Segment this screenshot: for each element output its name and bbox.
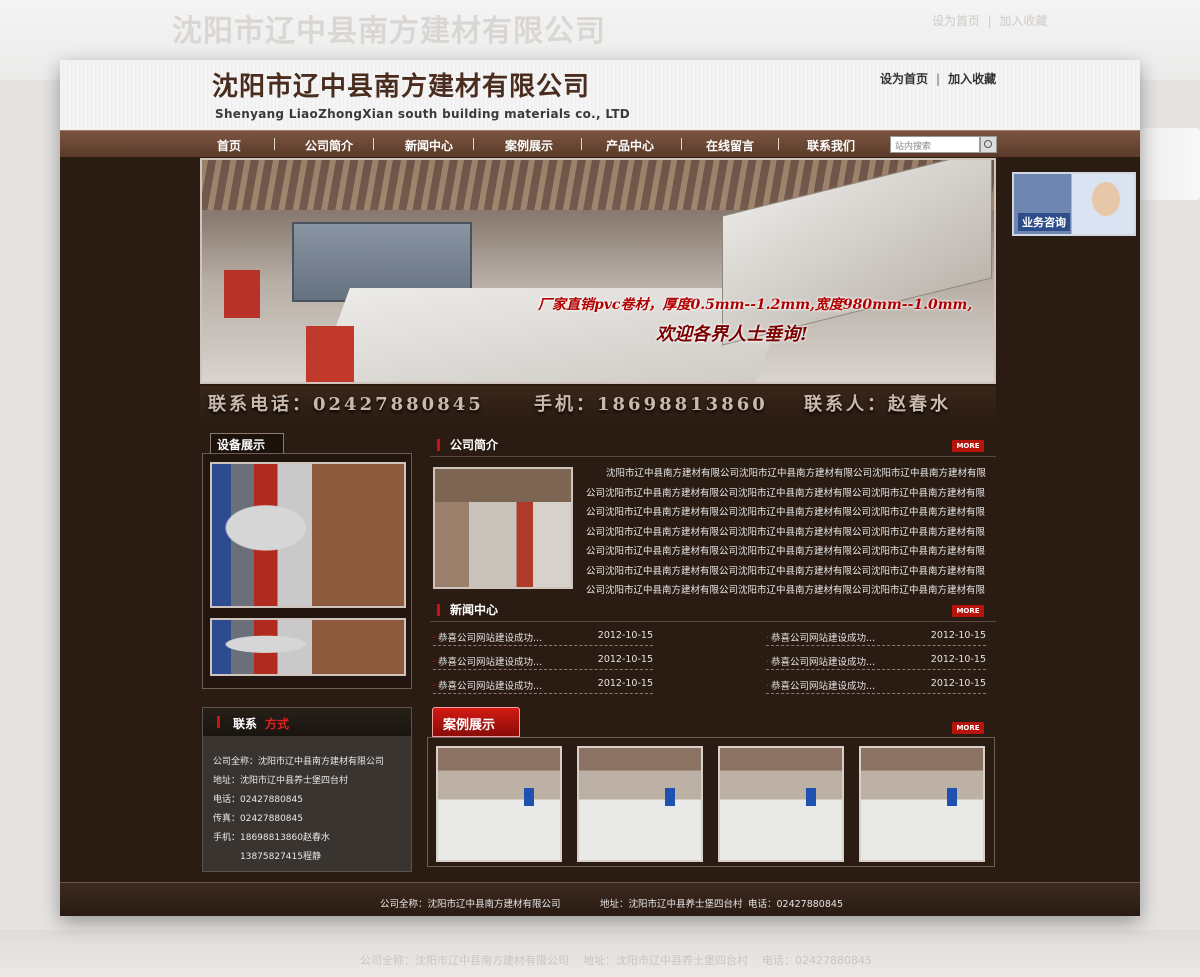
add-favorite-link[interactable]: 加入收藏 xyxy=(948,72,996,86)
equipment-image[interactable] xyxy=(210,618,406,676)
news-title-link[interactable]: 恭喜公司网站建设成功... xyxy=(438,681,542,692)
case-thumbnail[interactable] xyxy=(436,746,562,862)
section-marker xyxy=(217,716,220,728)
nav-item-cases[interactable]: 案例展示 xyxy=(505,137,553,154)
ghost-top-links: 设为首页 | 加入收藏 xyxy=(932,14,1048,28)
nav-divider xyxy=(373,138,374,150)
news-date: 2012-10-15 xyxy=(597,654,653,665)
case-thumbnail[interactable] xyxy=(718,746,844,862)
site-footer: 公司全称：沈阳市辽中县南方建材有限公司 地址：沈阳市辽中县养士堡四台村 电话：0… xyxy=(60,882,1140,916)
news-more-button[interactable]: MORE xyxy=(952,605,984,617)
cases-title: 案例展示 xyxy=(432,707,520,737)
equipment-showcase xyxy=(202,453,412,689)
contact-line: 手机：18698813860赵春水 xyxy=(213,833,330,843)
banner-machine-part xyxy=(224,270,260,318)
footer-phone: 电话：02427880845 xyxy=(748,899,843,910)
search-icon[interactable] xyxy=(980,136,997,153)
nav-divider xyxy=(778,138,779,150)
ghost-company-name: 沈阳市辽中县南方建材有限公司 xyxy=(172,14,606,49)
company-logo-title: 沈阳市辽中县南方建材有限公司 xyxy=(212,72,591,102)
site-header: 沈阳市辽中县南方建材有限公司 Shenyang LiaoZhongXian so… xyxy=(60,60,1140,130)
news-item[interactable]: · 恭喜公司网站建设成功... 2012-10-15 xyxy=(433,650,653,670)
page-container: 沈阳市辽中县南方建材有限公司 Shenyang LiaoZhongXian so… xyxy=(60,60,1140,916)
news-title-link[interactable]: 恭喜公司网站建设成功... xyxy=(438,657,542,668)
contact-panel-title: 联系 xyxy=(233,717,258,731)
equipment-title: 设备展示 xyxy=(210,433,284,453)
case-thumbnail[interactable] xyxy=(859,746,985,862)
online-service-button[interactable]: 业务咨询 xyxy=(1012,172,1136,236)
contact-line: 地址：沈阳市辽中县养士堡四台村 xyxy=(213,776,349,786)
contact-panel: 联系 方式 公司全称：沈阳市辽中县南方建材有限公司 地址：沈阳市辽中县养士堡四台… xyxy=(202,707,412,872)
banner-slogan-line1: 厂家直销pvc卷材，厚度0.5mm--1.2mm,宽度980mm--1.0mm, xyxy=(538,297,973,313)
nav-divider xyxy=(473,138,474,150)
nav-divider xyxy=(274,138,275,150)
contact-panel-title-accent: 方式 xyxy=(265,717,290,731)
footer-address: 地址：沈阳市辽中县养士堡四台村 xyxy=(600,899,743,910)
news-item[interactable]: · 恭喜公司网站建设成功... 2012-10-15 xyxy=(766,650,986,670)
about-more-button[interactable]: MORE xyxy=(952,440,984,452)
news-title-link[interactable]: 恭喜公司网站建设成功... xyxy=(771,633,875,644)
section-divider xyxy=(430,456,996,457)
banner-slogan-line2: 欢迎各界人士垂询! xyxy=(656,324,808,345)
nav-item-products[interactable]: 产品中心 xyxy=(606,137,654,154)
news-item[interactable]: · 恭喜公司网站建设成功... 2012-10-15 xyxy=(433,674,653,694)
contact-panel-header: 联系 方式 xyxy=(203,708,411,736)
equipment-image[interactable] xyxy=(210,462,406,608)
news-title-link[interactable]: 恭喜公司网站建设成功... xyxy=(771,681,875,692)
main-nav: 首页 公司简介 新闻中心 案例展示 产品中心 在线留言 联系我们 站内搜索 xyxy=(60,130,1140,157)
news-date: 2012-10-15 xyxy=(930,654,986,665)
service-avatar xyxy=(1092,182,1120,216)
background-reflection-bottom: 公司全称：沈阳市辽中县南方建材有限公司 地址：沈阳市辽中县养士堡四台村 电话：0… xyxy=(0,930,1200,977)
company-english-name: Shenyang LiaoZhongXian south building ma… xyxy=(215,107,631,121)
contact-phone: 联系电话：02427880845 xyxy=(208,394,484,415)
nav-item-home[interactable]: 首页 xyxy=(217,137,241,154)
news-item[interactable]: · 恭喜公司网站建设成功... 2012-10-15 xyxy=(766,626,986,646)
case-thumbnail[interactable] xyxy=(577,746,703,862)
ghost-footer: 公司全称：沈阳市辽中县南方建材有限公司 地址：沈阳市辽中县养士堡四台村 电话：0… xyxy=(360,954,872,967)
contact-line: 电话：02427880845 xyxy=(213,795,303,805)
news-date: 2012-10-15 xyxy=(930,678,986,689)
banner-machine-part xyxy=(306,326,354,382)
top-links: 设为首页 | 加入收藏 xyxy=(880,70,996,87)
contact-line: 公司全称：沈阳市辽中县南方建材有限公司 xyxy=(213,757,385,767)
news-title-link[interactable]: 恭喜公司网站建设成功... xyxy=(771,657,875,668)
news-item[interactable]: · 恭喜公司网站建设成功... 2012-10-15 xyxy=(766,674,986,694)
news-date: 2012-10-15 xyxy=(597,678,653,689)
section-marker xyxy=(437,439,440,451)
background-ghost-service xyxy=(1140,128,1200,200)
nav-divider xyxy=(681,138,682,150)
set-home-link[interactable]: 设为首页 xyxy=(880,72,928,86)
service-label: 业务咨询 xyxy=(1018,213,1070,231)
search-input[interactable]: 站内搜索 xyxy=(890,136,980,153)
cases-more-button[interactable]: MORE xyxy=(952,722,984,734)
contact-person: 联系人：赵春水 xyxy=(804,394,951,415)
contact-bar: 联系电话：02427880845 手机：18698813860 联系人：赵春水 xyxy=(200,386,996,422)
top-links-separator: | xyxy=(936,72,941,86)
about-text: 沈阳市辽中县南方建材有限公司沈阳市辽中县南方建材有限公司沈阳市辽中县南方建材有限… xyxy=(586,468,987,596)
about-title: 公司简介 xyxy=(450,438,499,452)
nav-item-messages[interactable]: 在线留言 xyxy=(706,137,754,154)
hero-banner: 厂家直销pvc卷材，厚度0.5mm--1.2mm,宽度980mm--1.0mm,… xyxy=(200,158,996,384)
nav-item-news[interactable]: 新闻中心 xyxy=(405,137,453,154)
footer-company: 公司全称：沈阳市辽中县南方建材有限公司 xyxy=(380,899,561,910)
section-divider xyxy=(430,621,996,622)
news-date: 2012-10-15 xyxy=(597,630,653,641)
news-title-link[interactable]: 恭喜公司网站建设成功... xyxy=(438,633,542,644)
about-image[interactable] xyxy=(433,467,573,589)
nav-divider xyxy=(581,138,582,150)
news-title: 新闻中心 xyxy=(450,603,499,617)
nav-item-contact[interactable]: 联系我们 xyxy=(807,137,855,154)
news-date: 2012-10-15 xyxy=(930,630,986,641)
contact-line: 13875827415程静 xyxy=(213,852,321,862)
nav-item-about[interactable]: 公司简介 xyxy=(305,137,353,154)
news-item[interactable]: · 恭喜公司网站建设成功... 2012-10-15 xyxy=(433,626,653,646)
contact-line: 传真：02427880845 xyxy=(213,814,303,824)
section-marker xyxy=(437,604,440,616)
contact-mobile: 手机：18698813860 xyxy=(534,394,768,415)
